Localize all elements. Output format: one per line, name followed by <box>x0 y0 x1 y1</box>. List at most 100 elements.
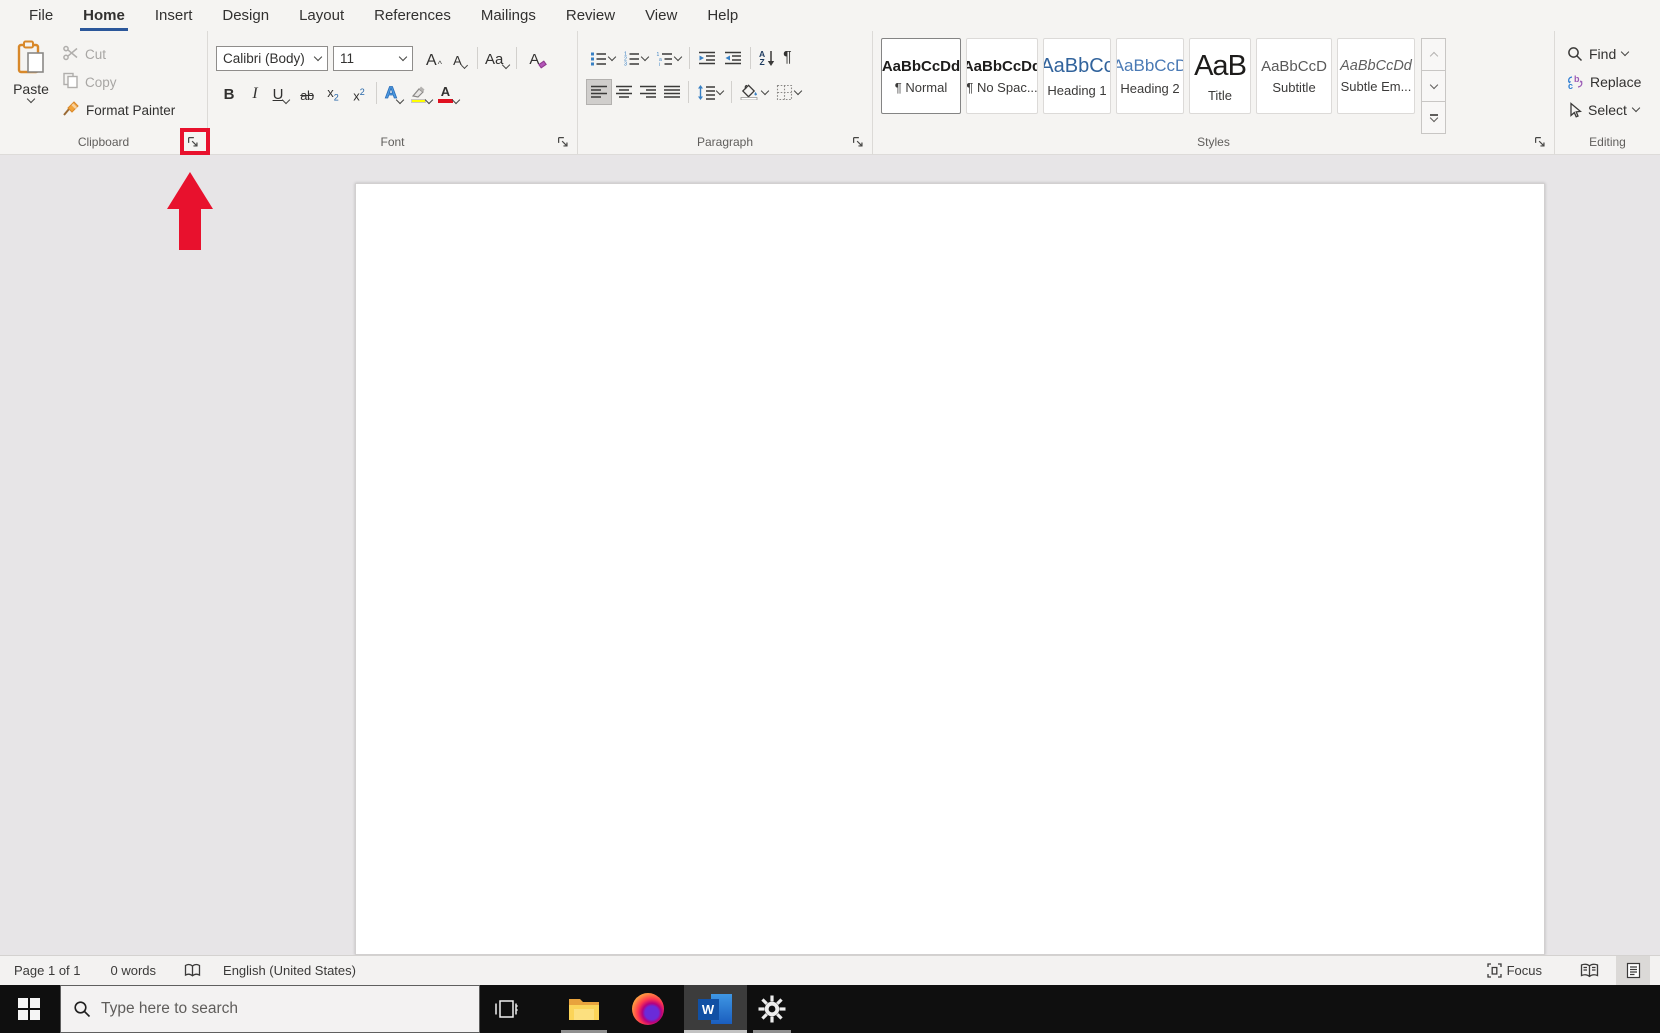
select-button[interactable]: Select <box>1567 99 1660 120</box>
chevron-up-icon <box>1429 51 1438 61</box>
shading-button[interactable] <box>736 79 772 105</box>
styles-scroll-down-button[interactable] <box>1421 69 1446 102</box>
style-subtle-emphasis[interactable]: AaBbCcDd Subtle Em... <box>1337 38 1415 114</box>
bold-button[interactable]: B <box>216 80 242 106</box>
page-indicator[interactable]: Page 1 of 1 <box>10 956 85 985</box>
change-case-button[interactable]: Aa <box>482 45 512 71</box>
bullets-button[interactable] <box>586 45 619 71</box>
decrease-indent-icon <box>699 51 715 65</box>
tab-help[interactable]: Help <box>692 0 753 31</box>
firefox-button[interactable] <box>621 985 675 1033</box>
language-indicator[interactable]: English (United States) <box>219 956 360 985</box>
paste-clipboard-icon <box>16 40 46 79</box>
align-right-button[interactable] <box>636 79 660 105</box>
search-icon <box>74 1001 91 1018</box>
borders-button[interactable] <box>772 79 805 105</box>
tab-file[interactable]: File <box>14 0 68 31</box>
style-subtitle[interactable]: AaBbCcD Subtitle <box>1256 38 1332 114</box>
shrink-font-button[interactable]: A <box>447 45 473 71</box>
tab-mailings[interactable]: Mailings <box>466 0 551 31</box>
tab-view[interactable]: View <box>630 0 692 31</box>
font-color-button[interactable]: A <box>435 80 462 106</box>
find-button[interactable]: Find <box>1567 43 1660 64</box>
replace-icon: b c <box>1567 74 1583 90</box>
task-view-button[interactable] <box>482 985 530 1033</box>
tab-home[interactable]: Home <box>68 0 140 31</box>
font-size-value: 11 <box>340 50 355 66</box>
font-dialog-launcher[interactable] <box>555 134 571 150</box>
paragraph-group-label: Paragraph <box>696 135 754 149</box>
proofing-status[interactable] <box>180 956 205 985</box>
style-heading-2[interactable]: AaBbCcD Heading 2 <box>1116 38 1184 114</box>
tab-insert[interactable]: Insert <box>140 0 208 31</box>
tab-references[interactable]: References <box>359 0 466 31</box>
align-right-icon <box>640 85 656 98</box>
justify-button[interactable] <box>660 79 684 105</box>
copy-icon <box>62 72 79 92</box>
style-heading-1[interactable]: AaBbCc Heading 1 <box>1043 38 1111 114</box>
divider <box>731 81 732 103</box>
svg-text:b: b <box>1574 74 1580 84</box>
style-title[interactable]: AaB Title <box>1189 38 1251 114</box>
tab-review[interactable]: Review <box>551 0 630 31</box>
read-mode-button[interactable] <box>1572 956 1606 985</box>
document-page[interactable] <box>355 183 1545 955</box>
underline-chevron-icon <box>282 95 291 105</box>
numbering-button[interactable]: 1 2 3 <box>619 45 652 71</box>
underline-button[interactable]: U <box>268 80 294 106</box>
grow-font-button[interactable]: A ^ <box>421 45 447 71</box>
word-count[interactable]: 0 words <box>107 956 161 985</box>
cut-button[interactable]: Cut <box>62 42 175 66</box>
highlighter-pen-icon <box>411 86 425 98</box>
italic-button[interactable]: I <box>242 80 268 106</box>
read-mode-book-icon <box>1580 963 1598 978</box>
strikethrough-button[interactable]: ab <box>294 80 320 106</box>
font-name-combo[interactable]: Calibri (Body) <box>216 45 328 71</box>
highlight-color-button[interactable] <box>407 80 435 106</box>
clipboard-group-label: Clipboard <box>77 135 130 149</box>
file-explorer-icon <box>569 999 599 1020</box>
start-button[interactable] <box>0 985 58 1033</box>
search-input[interactable] <box>101 1000 441 1018</box>
focus-mode-button[interactable]: Focus <box>1483 956 1546 985</box>
styles-scroll-up-button[interactable] <box>1421 38 1446 70</box>
styles-dialog-launcher[interactable] <box>1532 134 1548 150</box>
align-left-button[interactable] <box>586 79 612 105</box>
line-spacing-button[interactable] <box>693 79 727 105</box>
clear-formatting-button[interactable]: A <box>521 45 548 71</box>
style-no-spacing[interactable]: AaBbCcDd ¶ No Spac... <box>966 38 1038 114</box>
divider <box>688 81 689 103</box>
style-normal[interactable]: AaBbCcDd ¶ Normal <box>881 38 961 114</box>
file-explorer-button[interactable] <box>557 985 611 1033</box>
font-size-combo[interactable]: 11 <box>333 45 413 71</box>
divider <box>750 47 751 69</box>
replace-label: Replace <box>1590 73 1642 90</box>
text-effects-button[interactable]: A <box>381 80 407 106</box>
styles-more-button[interactable] <box>1421 101 1446 135</box>
tab-layout[interactable]: Layout <box>284 0 359 31</box>
word-taskbar-button[interactable]: W <box>684 985 747 1033</box>
decrease-indent-button[interactable] <box>694 45 720 71</box>
settings-button[interactable] <box>749 985 795 1033</box>
format-painter-button[interactable]: Format Painter <box>62 98 175 122</box>
paste-button[interactable]: Paste <box>0 36 62 134</box>
align-center-button[interactable] <box>612 79 636 105</box>
paragraph-dialog-launcher[interactable] <box>850 134 866 150</box>
subscript-button[interactable]: x2 <box>320 80 346 106</box>
divider <box>376 82 377 104</box>
tab-design[interactable]: Design <box>207 0 284 31</box>
replace-button[interactable]: b c Replace <box>1567 71 1660 92</box>
sort-button[interactable]: A Z <box>755 45 779 71</box>
superscript-button[interactable]: x2 <box>346 80 372 106</box>
styles-group-label: Styles <box>1197 135 1230 149</box>
numbering-chevron-icon <box>640 52 650 61</box>
increase-indent-button[interactable] <box>720 45 746 71</box>
font-name-chevron-icon <box>313 52 323 61</box>
copy-button[interactable]: Copy <box>62 70 175 94</box>
cut-label: Cut <box>85 46 107 62</box>
annotation-highlight-box <box>180 128 210 155</box>
print-layout-button[interactable] <box>1616 956 1650 985</box>
show-paragraph-marks-button[interactable]: ¶ <box>779 45 796 71</box>
multilevel-list-button[interactable]: 1 a i <box>652 45 685 71</box>
taskbar-search[interactable] <box>60 985 480 1033</box>
